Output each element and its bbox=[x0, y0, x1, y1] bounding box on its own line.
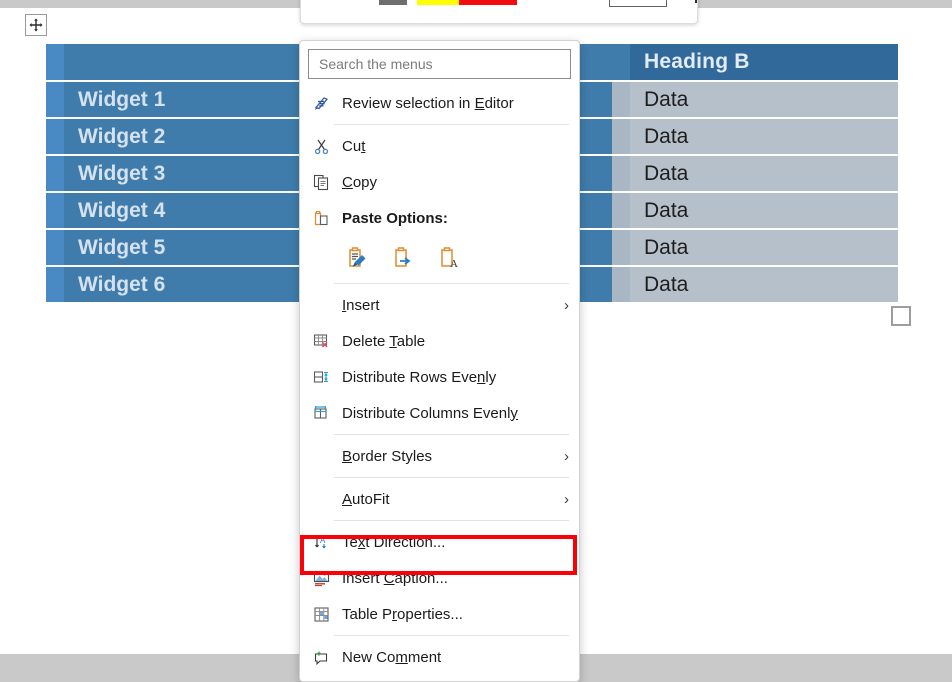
distribute-columns-icon bbox=[308, 405, 334, 422]
cell-data-label: Data bbox=[644, 161, 689, 185]
cell-data-label: Data bbox=[644, 235, 689, 259]
menu-item-label: Review selection in Editor bbox=[342, 94, 514, 112]
table-context-menu[interactable]: Review selection in Editor Cut Copy bbox=[299, 40, 580, 682]
header-cell-b[interactable]: Heading B bbox=[630, 44, 898, 80]
cell-widget-label: Widget 3 bbox=[78, 161, 166, 185]
chevron-right-icon: › bbox=[564, 490, 569, 508]
cell-data-label: Data bbox=[644, 272, 689, 296]
menu-item-label: Copy bbox=[342, 173, 378, 191]
menu-item-label: Distribute Rows Evenly bbox=[342, 368, 497, 386]
menu-item-cut[interactable]: Cut bbox=[300, 128, 579, 164]
paste-merge-formatting-icon[interactable] bbox=[388, 243, 418, 273]
move-cross-icon bbox=[29, 18, 43, 32]
menu-item-autofit[interactable]: AutoFit › bbox=[300, 481, 579, 517]
menu-separator bbox=[334, 520, 569, 521]
row-select-strip[interactable] bbox=[46, 117, 64, 154]
menu-item-insert[interactable]: Insert › bbox=[300, 287, 579, 323]
header-cell-b-label: Heading B bbox=[644, 50, 750, 73]
menu-item-paste-options[interactable]: Paste Options: bbox=[300, 200, 579, 236]
menu-separator bbox=[334, 124, 569, 125]
column-gap bbox=[612, 44, 630, 80]
row-select-strip[interactable] bbox=[46, 80, 64, 117]
paste-keep-text-only-icon[interactable]: A bbox=[434, 243, 464, 273]
chevron-right-icon: › bbox=[564, 296, 569, 314]
table-resize-handle[interactable] bbox=[891, 306, 911, 326]
menu-item-label: Text Direction... bbox=[342, 533, 446, 551]
menu-item-border-styles[interactable]: Border Styles › bbox=[300, 438, 579, 474]
cell-data[interactable]: Data bbox=[630, 117, 898, 154]
row-select-strip[interactable] bbox=[46, 191, 64, 228]
cell-widget-label: Widget 5 bbox=[78, 235, 166, 259]
table-properties-icon bbox=[308, 606, 334, 623]
svg-text:A: A bbox=[450, 258, 458, 270]
cell-widget-label: Widget 2 bbox=[78, 124, 166, 148]
copy-pages-icon bbox=[308, 174, 334, 191]
menu-item-insert-caption[interactable]: Insert Caption... bbox=[300, 560, 579, 596]
svg-text:A: A bbox=[320, 536, 326, 545]
new-comment-icon bbox=[308, 649, 334, 666]
scissors-icon bbox=[308, 138, 334, 155]
menu-item-label: Border Styles bbox=[342, 447, 433, 465]
column-gap bbox=[612, 191, 630, 228]
search-menus-wrapper bbox=[300, 41, 579, 85]
row-select-strip[interactable] bbox=[46, 44, 64, 80]
cell-data[interactable]: Data bbox=[630, 154, 898, 191]
column-gap bbox=[612, 265, 630, 302]
table-move-handle[interactable] bbox=[25, 14, 47, 36]
menu-item-new-comment[interactable]: New Comment bbox=[300, 639, 579, 675]
chevron-right-icon: › bbox=[564, 447, 569, 465]
cell-widget-label: Widget 6 bbox=[78, 272, 166, 296]
editor-pen-icon bbox=[308, 95, 334, 112]
paste-options-row: A bbox=[300, 236, 579, 280]
cell-data[interactable]: Data bbox=[630, 191, 898, 228]
menu-item-label: Table Properties... bbox=[342, 605, 463, 623]
delete-table-icon bbox=[308, 333, 334, 350]
menu-item-label: AutoFit bbox=[342, 490, 390, 508]
menu-item-text-direction[interactable]: A Text Direction... bbox=[300, 524, 579, 560]
cell-data[interactable]: Data bbox=[630, 265, 898, 302]
menu-item-label: Insert Caption... bbox=[342, 569, 448, 587]
column-gap bbox=[612, 154, 630, 191]
search-menus-input[interactable] bbox=[308, 49, 571, 79]
menu-item-label: Cut bbox=[342, 137, 366, 155]
floating-mini-toolbar[interactable] bbox=[300, 0, 698, 24]
red-fill-swatch[interactable] bbox=[459, 0, 517, 5]
insert-caption-picture-icon bbox=[308, 570, 334, 587]
column-gap bbox=[612, 80, 630, 117]
menu-item-review-selection-in-editor[interactable]: Review selection in Editor bbox=[300, 85, 579, 121]
menu-separator bbox=[334, 477, 569, 478]
row-select-strip[interactable] bbox=[46, 228, 64, 265]
menu-item-label: Insert bbox=[342, 296, 380, 314]
cell-widget-label: Widget 4 bbox=[78, 198, 166, 222]
menu-item-distribute-rows-evenly[interactable]: Distribute Rows Evenly bbox=[300, 359, 579, 395]
menu-separator bbox=[334, 635, 569, 636]
column-gap bbox=[612, 117, 630, 154]
menu-item-delete-table[interactable]: Delete Table bbox=[300, 323, 579, 359]
cell-data-label: Data bbox=[644, 87, 689, 111]
column-gap bbox=[612, 228, 630, 265]
menu-separator bbox=[334, 283, 569, 284]
distribute-rows-icon bbox=[308, 369, 334, 386]
row-select-strip[interactable] bbox=[46, 265, 64, 302]
menu-item-label: Delete Table bbox=[342, 332, 426, 350]
menu-item-label: New Comment bbox=[342, 648, 442, 666]
clipboard-icon bbox=[308, 210, 334, 227]
paste-keep-source-formatting-icon[interactable] bbox=[342, 243, 372, 273]
menu-item-label: Distribute Columns Evenly bbox=[342, 404, 518, 422]
menu-item-distribute-columns-evenly[interactable]: Distribute Columns Evenly bbox=[300, 395, 579, 431]
cell-data[interactable]: Data bbox=[630, 80, 898, 117]
menu-item-table-properties[interactable]: Table Properties... bbox=[300, 596, 579, 632]
cell-widget-label: Widget 1 bbox=[78, 87, 166, 111]
cell-data-label: Data bbox=[644, 124, 689, 148]
menu-separator bbox=[334, 434, 569, 435]
text-direction-icon: A bbox=[308, 534, 334, 551]
no-color-swatch[interactable] bbox=[379, 0, 407, 5]
border-dashed-icon[interactable] bbox=[695, 0, 697, 3]
menu-item-copy[interactable]: Copy bbox=[300, 164, 579, 200]
border-none-icon[interactable] bbox=[609, 0, 667, 7]
row-select-strip[interactable] bbox=[46, 154, 64, 191]
cell-data-label: Data bbox=[644, 198, 689, 222]
cell-data[interactable]: Data bbox=[630, 228, 898, 265]
menu-item-label: Paste Options: bbox=[342, 209, 448, 227]
